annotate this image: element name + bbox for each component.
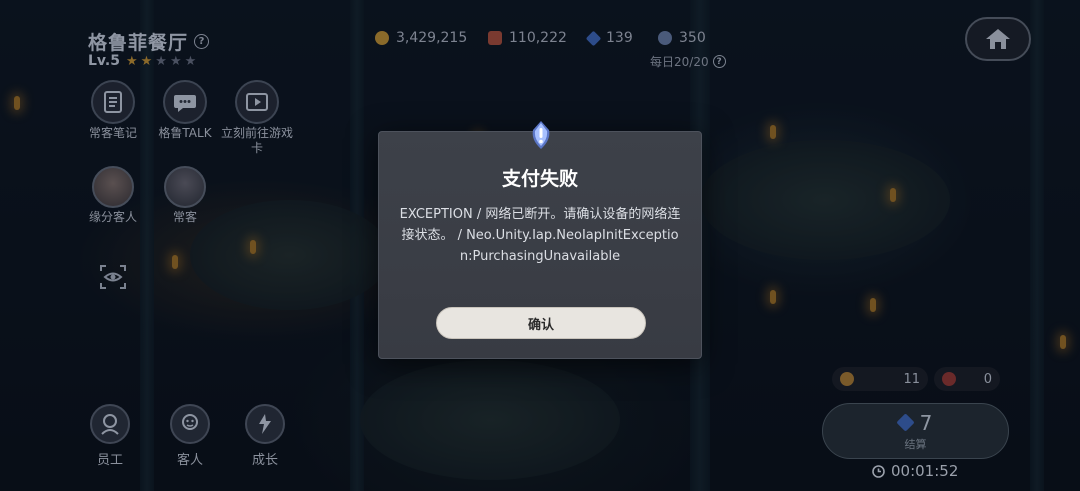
restaurant-name: 格鲁菲餐厅	[88, 32, 189, 54]
daily-limit-text: 每日20/20	[650, 55, 709, 69]
timer-text: 00:01:52	[891, 462, 959, 480]
egg-count: 11	[903, 371, 920, 387]
alert-icon	[532, 121, 550, 149]
egg-counter: 11	[832, 367, 928, 391]
nav-label: 成长	[251, 453, 278, 468]
staff-icon	[90, 404, 130, 444]
settle-button[interactable]: 7 结算	[822, 403, 1009, 459]
gem-resource: 139	[585, 30, 633, 46]
confirm-button[interactable]: 确认	[436, 307, 646, 339]
help-icon[interactable]: ?	[194, 34, 210, 49]
regulars-notebook-button[interactable]: 常客笔记	[73, 80, 153, 141]
side-button-label: 常客笔记	[88, 126, 137, 140]
restaurant-level: Lv.5 ★ ★ ★ ★ ★	[88, 53, 196, 69]
star-icon: ★	[169, 53, 182, 69]
side-button-label: 常客	[172, 210, 197, 224]
staff-button[interactable]: 员工	[80, 404, 140, 468]
guest-avatar	[92, 166, 134, 208]
regulars-button[interactable]: 常客	[145, 166, 225, 225]
berry-icon	[942, 372, 956, 386]
fated-guests-button[interactable]: 缘分客人	[73, 166, 153, 225]
ticket-icon	[658, 31, 672, 45]
food-amount: 110,222	[509, 30, 567, 46]
regular-avatar	[164, 166, 206, 208]
gem-amount: 139	[606, 30, 633, 46]
star-icon: ★	[184, 53, 197, 69]
side-button-label: 格鲁TALK	[158, 126, 212, 140]
payment-failed-dialog: 支付失败 EXCEPTION / 网络已断开。请确认设备的网络连接状态。 / N…	[378, 121, 702, 359]
clock-icon	[872, 464, 885, 478]
star-icon: ★	[125, 53, 138, 69]
food-icon	[488, 31, 502, 45]
home-icon	[986, 29, 1010, 49]
food-resource: 110,222	[488, 30, 567, 46]
dialog-message: EXCEPTION / 网络已断开。请确认设备的网络连接状态。 / Neo.Un…	[399, 207, 681, 264]
growth-button[interactable]: 成长	[235, 404, 295, 468]
ticket-amount: 350	[679, 30, 706, 46]
side-button-label: 缘分客人	[88, 210, 137, 224]
restaurant-header: 格鲁菲餐厅 ?	[88, 28, 210, 55]
gem-icon	[585, 30, 602, 46]
gold-amount: 3,429,215	[396, 30, 468, 46]
ticket-resource: 350	[658, 30, 706, 46]
customer-button[interactable]: 客人	[160, 404, 220, 468]
notebook-icon	[91, 80, 135, 124]
daily-limit: 每日20/20 ?	[650, 53, 726, 70]
help-icon[interactable]: ?	[712, 55, 726, 68]
gold-coin-icon	[375, 31, 389, 45]
star-icon: ★	[155, 53, 167, 69]
home-button[interactable]	[965, 17, 1031, 61]
customer-icon	[170, 404, 210, 444]
settle-label: 结算	[904, 437, 927, 451]
gem-icon	[895, 413, 915, 432]
berry-count: 0	[983, 371, 992, 387]
go-to-game-card-button[interactable]: 立刻前往游戏卡	[217, 80, 297, 156]
nav-label: 客人	[176, 453, 203, 468]
berry-counter: 0	[934, 367, 1000, 391]
chat-bubble-icon	[163, 80, 207, 124]
growth-icon	[245, 404, 285, 444]
settle-value: 7	[919, 410, 933, 435]
star-icon: ★	[140, 53, 153, 69]
view-mode-button[interactable]	[98, 262, 128, 292]
side-button-label: 立刻前往游戏卡	[220, 126, 293, 155]
gold-resource: 3,429,215	[375, 30, 467, 46]
dialog-title: 支付失败	[501, 168, 578, 190]
egg-icon	[840, 372, 854, 386]
video-play-icon	[235, 80, 279, 124]
timer: 00:01:52	[872, 462, 958, 480]
nav-label: 员工	[96, 453, 123, 468]
eye-scan-icon	[100, 265, 126, 289]
gru-talk-button[interactable]: 格鲁TALK	[145, 80, 225, 141]
level-label: Lv.5	[88, 53, 120, 69]
